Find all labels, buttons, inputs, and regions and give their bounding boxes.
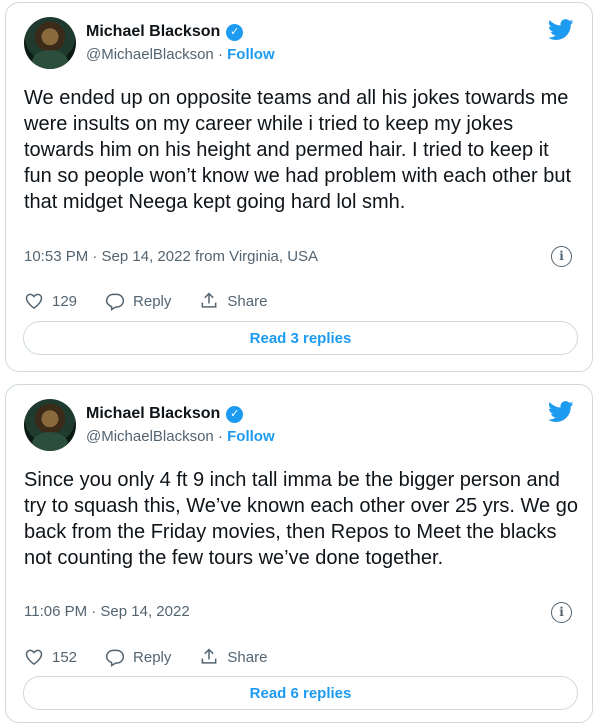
like-count: 129 xyxy=(52,292,78,310)
separator: · xyxy=(217,46,223,63)
heart-icon xyxy=(25,293,43,309)
author-row: Michael Blackson ✓ xyxy=(86,23,244,41)
reply-label: Reply xyxy=(133,292,172,310)
avatar[interactable] xyxy=(24,17,76,69)
author-name[interactable]: Michael Blackson xyxy=(86,23,220,41)
reply-button[interactable]: Reply xyxy=(105,291,171,311)
info-icon[interactable]: i xyxy=(551,246,572,267)
author-name[interactable]: Michael Blackson xyxy=(86,405,220,423)
tweet-timestamp[interactable]: 11:06 PM · Sep 14, 2022 xyxy=(24,603,190,620)
share-button[interactable]: Share xyxy=(199,291,267,311)
reply-button[interactable]: Reply xyxy=(105,647,171,667)
tweet-text: Since you only 4 ft 9 inch tall imma be … xyxy=(24,469,578,569)
author-handle[interactable]: @MichaelBlackson xyxy=(86,428,214,445)
info-icon[interactable]: i xyxy=(551,602,572,623)
handle-row: @MichaelBlackson · Follow xyxy=(86,46,275,63)
read-replies-button[interactable]: Read 3 replies xyxy=(23,321,578,355)
action-bar: 152 Reply Share xyxy=(24,647,295,667)
share-icon xyxy=(201,648,217,664)
like-count: 152 xyxy=(52,648,78,666)
twitter-bird-icon[interactable] xyxy=(548,401,574,423)
like-button[interactable]: 152 xyxy=(24,647,77,667)
tweet-card[interactable]: Michael Blackson ✓ @MichaelBlackson · Fo… xyxy=(5,384,593,723)
action-bar: 129 Reply Share xyxy=(24,291,295,311)
author-handle[interactable]: @MichaelBlackson xyxy=(86,46,214,63)
like-button[interactable]: 129 xyxy=(24,291,77,311)
follow-button[interactable]: Follow xyxy=(227,428,275,445)
handle-row: @MichaelBlackson · Follow xyxy=(86,428,275,445)
verified-badge-icon: ✓ xyxy=(226,405,244,423)
avatar[interactable] xyxy=(24,399,76,451)
reply-label: Reply xyxy=(133,648,172,666)
share-label: Share xyxy=(227,648,268,666)
separator: · xyxy=(217,428,223,445)
author-row: Michael Blackson ✓ xyxy=(86,405,244,423)
share-icon xyxy=(201,292,217,308)
tweet-timestamp[interactable]: 10:53 PM · Sep 14, 2022 from Virginia, U… xyxy=(24,248,318,265)
share-button[interactable]: Share xyxy=(199,647,267,667)
tweet-text: We ended up on opposite teams and all hi… xyxy=(24,87,572,213)
read-replies-button[interactable]: Read 6 replies xyxy=(23,676,578,710)
twitter-bird-icon[interactable] xyxy=(548,19,574,41)
follow-button[interactable]: Follow xyxy=(227,46,275,63)
verified-badge-icon: ✓ xyxy=(226,23,244,41)
reply-bubble-icon xyxy=(105,293,125,311)
reply-bubble-icon xyxy=(105,649,125,667)
share-label: Share xyxy=(227,292,268,310)
heart-icon xyxy=(25,649,43,665)
tweet-card[interactable]: Michael Blackson ✓ @MichaelBlackson · Fo… xyxy=(5,2,593,372)
